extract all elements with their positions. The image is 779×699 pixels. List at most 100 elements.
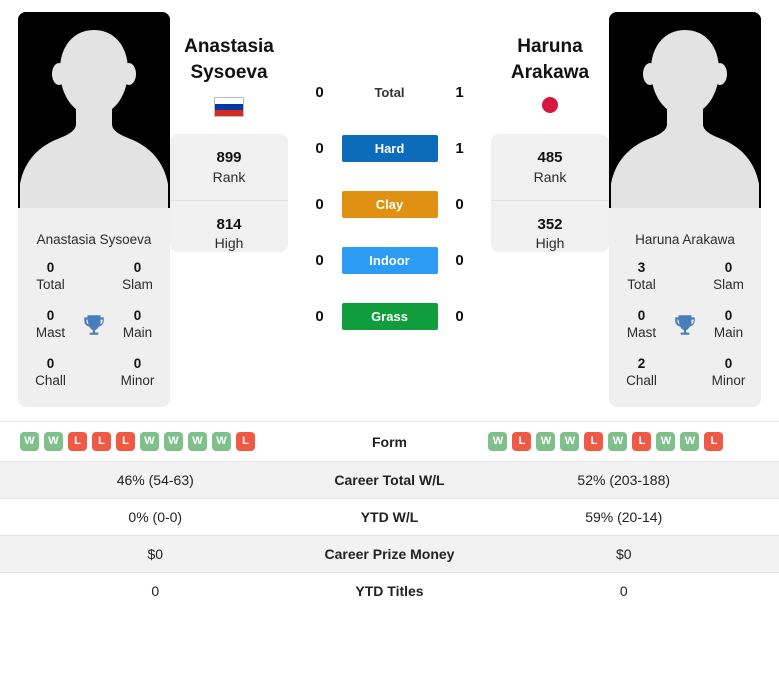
- left-titles-minor-value: 0: [133, 355, 142, 371]
- h2h-left-score-hard: 0: [315, 139, 324, 157]
- left-titles-main-value: 0: [133, 307, 142, 323]
- left-rank-value: 899: [216, 149, 242, 166]
- right-titles-mast-value: 0: [637, 307, 646, 323]
- left-rank-label: Rank: [212, 168, 246, 185]
- left-form-value: WWLLLWWWWL: [0, 422, 311, 462]
- right-player-card[interactable]: Haruna Arakawa 3 Total 0 Slam 0 Mast 0 M…: [609, 12, 761, 408]
- left-form-badge-7[interactable]: W: [188, 432, 207, 452]
- left-form-badge-8[interactable]: W: [212, 432, 231, 452]
- right-high-row: 352 High: [491, 201, 609, 252]
- left-form-badge-4[interactable]: L: [116, 432, 135, 452]
- surface-badge-clay[interactable]: Clay: [341, 190, 438, 218]
- h2h-row-indoor: 0 Indoor 0: [294, 232, 485, 288]
- left-ytd-w-l-value: 0% (0-0): [128, 509, 183, 526]
- stats-table-row: 0 YTD Titles 0: [0, 572, 779, 610]
- right-high-label: High: [535, 235, 565, 252]
- right-titles-total-label: Total: [627, 277, 656, 293]
- left-player-detail-column: Anastasia Sysoeva 899 Rank 814 High 21: [170, 12, 288, 252]
- right-titles-main: 0 Main: [702, 308, 755, 342]
- right-form-strip: WLWWLWLWWL: [482, 432, 765, 452]
- h2h-row-clay: 0 Clay 0: [294, 176, 485, 232]
- left-form-badge-2[interactable]: L: [68, 432, 87, 452]
- right-high-value: 352: [537, 215, 563, 233]
- right-form-badge-8[interactable]: W: [680, 432, 700, 452]
- right-form-badge-3[interactable]: W: [560, 432, 580, 452]
- right-rank-row: 485 Rank: [491, 134, 609, 201]
- left-high-row: 814 High: [170, 201, 288, 252]
- left-titles-slam-value: 0: [133, 260, 142, 276]
- right-titles-main-value: 0: [724, 307, 733, 323]
- right-player-stats-card: 485 Rank 352 High 24 Age Plays: [491, 134, 609, 252]
- left-titles-total-value: 0: [46, 260, 55, 276]
- right-player-flag-wrap: [541, 97, 558, 114]
- surface-badge-hard[interactable]: Hard: [341, 134, 438, 162]
- left-rank-row: 899 Rank: [170, 134, 288, 201]
- h2h-left-score-indoor: 0: [315, 251, 324, 269]
- stat-label-form: Form: [371, 433, 407, 450]
- stats-table-row: 46% (54-63) Career Total W/L 52% (203-188): [0, 461, 779, 499]
- stat-label-career-prize-money: Career Prize Money: [324, 546, 455, 563]
- surface-badge-indoor[interactable]: Indoor: [341, 246, 438, 274]
- right-player-heading: Haruna Arakawa: [511, 12, 589, 124]
- left-player-flag-wrap: [214, 97, 244, 118]
- comparison-stats-table: W W L L L W W W W L Form W L W W L W L W W L 46% (54-63) Caree…: [0, 421, 779, 609]
- h2h-total-label: Total: [374, 84, 405, 100]
- right-titles-minor: 0 Minor: [702, 356, 755, 390]
- right-player-avatar: [609, 12, 761, 218]
- left-titles-total: 0 Total: [24, 260, 77, 294]
- left-high-value: 814: [216, 215, 242, 233]
- left-career-total-w-l-value: 46% (54-63): [116, 472, 194, 489]
- right-form-badge-7[interactable]: W: [656, 432, 676, 452]
- right-titles-minor-label: Minor: [711, 372, 746, 388]
- surface-badge-grass[interactable]: Grass: [341, 302, 438, 330]
- left-form-badge-3[interactable]: L: [92, 432, 111, 452]
- right-form-badge-9[interactable]: L: [704, 432, 724, 452]
- right-form-badge-5[interactable]: W: [608, 432, 628, 452]
- h2h-right-score-clay: 0: [455, 195, 464, 213]
- right-career-total-w-l-value: 52% (203-188): [577, 472, 671, 489]
- right-titles-total-value: 3: [637, 260, 646, 276]
- right-player-titles-grid: 3 Total 0 Slam 0 Mast 0 Main 2 Chall 0 M…: [609, 260, 761, 407]
- stat-label-ytd-w-l: YTD W/L: [360, 509, 419, 526]
- left-titles-total-label: Total: [36, 277, 65, 293]
- right-rank-label: Rank: [533, 168, 567, 185]
- left-titles-chall-label: Chall: [35, 372, 66, 388]
- trophy-icon: [668, 312, 702, 338]
- left-titles-mast: 0 Mast: [24, 308, 77, 342]
- h2h-right-score-total: 1: [455, 83, 464, 101]
- right-form-badge-2[interactable]: W: [536, 432, 556, 452]
- head-to-head-column: 0 Total 1 0 Hard 1 0 Clay 0 0 Indoor 0 0 Grass 0: [288, 64, 491, 344]
- h2h-right-score-hard: 1: [455, 139, 464, 157]
- left-form-badge-6[interactable]: W: [164, 432, 183, 452]
- left-high-label: High: [214, 235, 244, 252]
- right-form-badge-4[interactable]: L: [584, 432, 604, 452]
- left-player-last-name: Sysoeva: [190, 61, 268, 83]
- right-titles-minor-value: 0: [724, 355, 733, 371]
- left-titles-minor-label: Minor: [120, 372, 155, 388]
- left-titles-mast-value: 0: [46, 307, 55, 323]
- russia-flag-icon: [214, 97, 244, 118]
- right-form-badge-6[interactable]: L: [632, 432, 652, 452]
- japan-flag-icon: [541, 97, 558, 114]
- left-titles-minor: 0 Minor: [111, 356, 164, 390]
- left-titles-slam: 0 Slam: [111, 260, 164, 294]
- left-form-badge-1[interactable]: W: [44, 432, 63, 452]
- left-ytd-titles-value: 0: [151, 583, 160, 600]
- left-form-badge-0[interactable]: W: [20, 432, 39, 452]
- left-form-badge-5[interactable]: W: [140, 432, 159, 452]
- right-titles-slam: 0 Slam: [702, 260, 755, 294]
- right-form-badge-0[interactable]: W: [488, 432, 508, 452]
- h2h-left-score-total: 0: [315, 83, 324, 101]
- right-titles-mast-label: Mast: [626, 324, 657, 340]
- right-form-badge-1[interactable]: L: [512, 432, 532, 452]
- stat-label-career-total-w-l: Career Total W/L: [334, 472, 445, 489]
- right-career-prize-money-value: $0: [615, 546, 632, 563]
- right-titles-chall-value: 2: [637, 355, 646, 371]
- left-form-badge-9[interactable]: L: [236, 432, 255, 452]
- left-titles-mast-label: Mast: [35, 324, 66, 340]
- left-player-card[interactable]: Anastasia Sysoeva 0 Total 0 Slam 0 Mast: [18, 12, 170, 408]
- stats-table-row: $0 Career Prize Money $0: [0, 535, 779, 573]
- right-player-first-name: Haruna: [517, 36, 583, 57]
- stats-table-row: 0% (0-0) YTD W/L 59% (20-14): [0, 498, 779, 536]
- right-titles-main-label: Main: [713, 324, 744, 340]
